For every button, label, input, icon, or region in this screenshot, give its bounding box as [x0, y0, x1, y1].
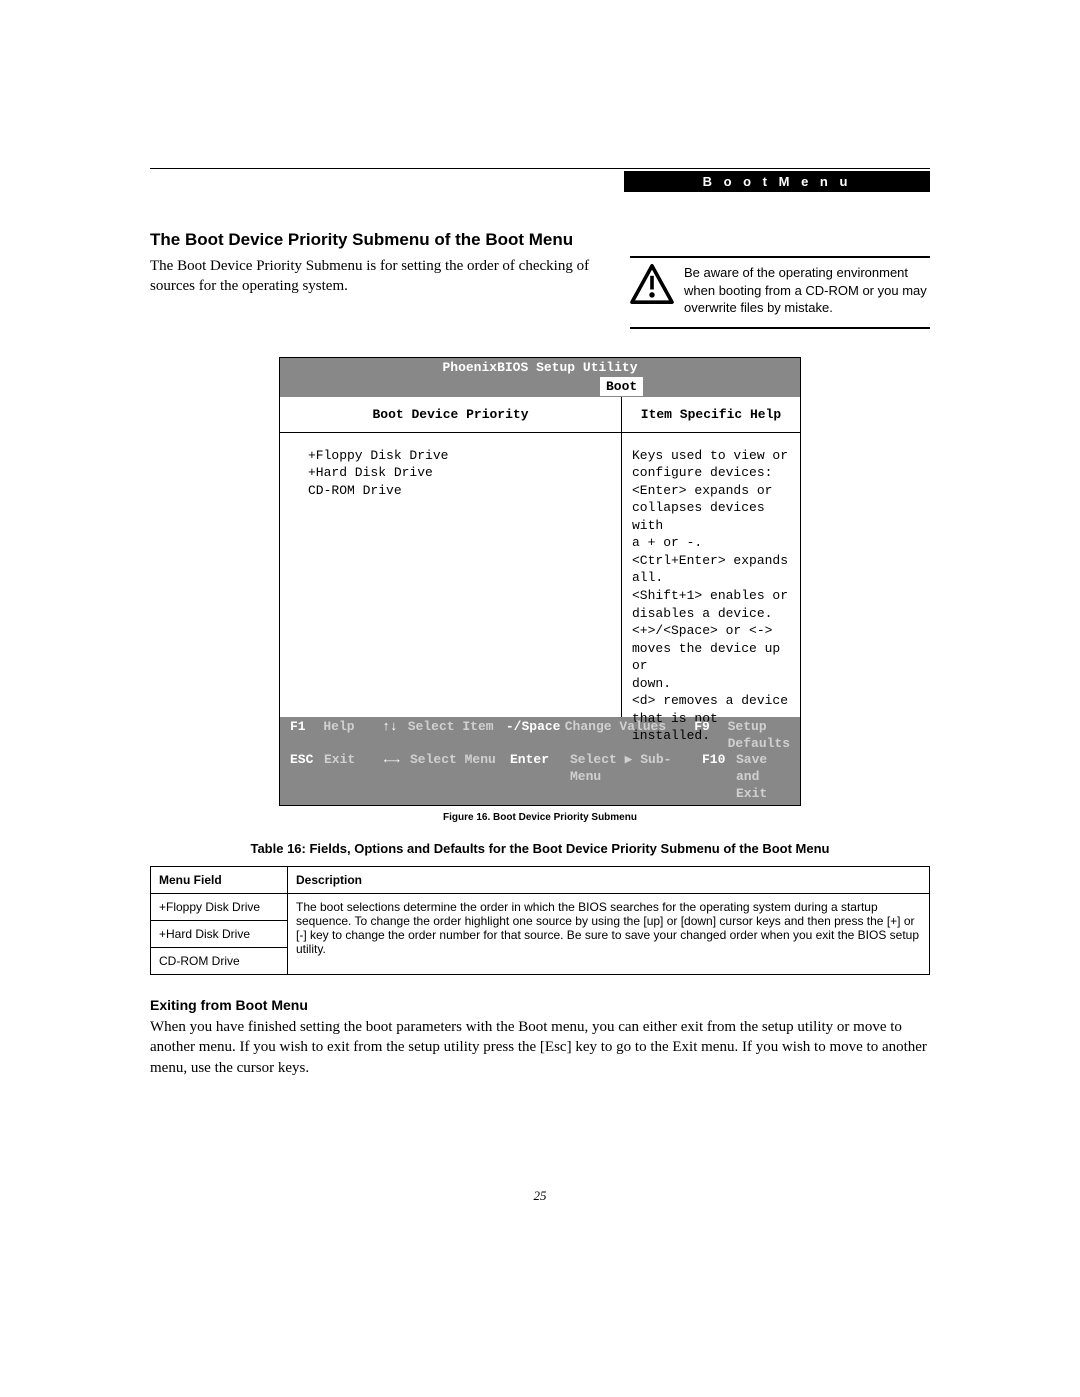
header-rule — [150, 168, 930, 169]
help-line: configure devices: — [632, 464, 790, 482]
key-f1[interactable]: F1 — [290, 719, 323, 753]
exit-title: Exiting from Boot Menu — [150, 997, 930, 1013]
help-line: down. — [632, 675, 790, 693]
label-help: Help — [323, 719, 382, 753]
table-row: +Floppy Disk Drive The boot selections d… — [151, 894, 930, 921]
bios-left-header: Boot Device Priority — [280, 397, 621, 433]
label-submenu: Select ▶ Sub-Menu — [570, 752, 702, 803]
help-line: <Enter> expands or — [632, 482, 790, 500]
bios-window: PhoenixBIOS Setup Utility Boot Boot Devi… — [279, 357, 801, 806]
key-leftright[interactable]: ←→ — [384, 752, 410, 803]
help-line: disables a device. — [632, 605, 790, 623]
description-table: Menu Field Description +Floppy Disk Driv… — [150, 866, 930, 975]
warning-box: Be aware of the operating environment wh… — [630, 256, 930, 329]
bios-device-list[interactable]: +Floppy Disk Drive +Hard Disk Drive CD-R… — [280, 433, 621, 717]
cell-field: +Floppy Disk Drive — [151, 894, 288, 921]
label-exit: Exit — [324, 752, 384, 803]
key-updown[interactable]: ↑↓ — [382, 719, 408, 753]
figure-caption: Figure 16. Boot Device Priority Submenu — [150, 812, 930, 823]
intro-row: The Boot Device Priority Submenu is for … — [150, 256, 930, 329]
table-caption: Table 16: Fields, Options and Defaults f… — [150, 841, 930, 856]
label-change-values: Change Values — [565, 719, 695, 753]
th-menu-field: Menu Field — [151, 867, 288, 894]
bios-footer-row: ESC Exit ←→ Select Menu Enter Select ▶ S… — [290, 752, 790, 803]
list-item[interactable]: +Floppy Disk Drive — [308, 447, 609, 465]
bios-footer: F1 Help ↑↓ Select Item -/Space Change Va… — [280, 717, 800, 805]
table-header-row: Menu Field Description — [151, 867, 930, 894]
caution-icon — [630, 264, 674, 317]
list-item[interactable]: CD-ROM Drive — [308, 482, 609, 500]
bios-help-text: Keys used to view or configure devices: … — [622, 433, 800, 717]
bios-columns: Boot Device Priority +Floppy Disk Drive … — [280, 397, 800, 717]
cell-description: The boot selections determine the order … — [288, 894, 930, 975]
help-line: a + or -. — [632, 534, 790, 552]
help-line: all. — [632, 569, 790, 587]
bios-title: PhoenixBIOS Setup Utility — [280, 358, 800, 377]
section-title: The Boot Device Priority Submenu of the … — [150, 230, 930, 250]
help-line: Keys used to view or — [632, 447, 790, 465]
key-f10[interactable]: F10 — [702, 752, 736, 803]
key-esc[interactable]: ESC — [290, 752, 324, 803]
page-number: 25 — [150, 1188, 930, 1204]
help-line: collapses devices with — [632, 499, 790, 534]
bios-right-header: Item Specific Help — [622, 397, 800, 433]
cell-field: CD-ROM Drive — [151, 948, 288, 975]
warning-text: Be aware of the operating environment wh… — [684, 264, 930, 317]
list-item[interactable]: +Hard Disk Drive — [308, 464, 609, 482]
page: B o o t M e n u The Boot Device Priority… — [0, 0, 1080, 1284]
bios-left-panel: Boot Device Priority +Floppy Disk Drive … — [280, 397, 622, 717]
bios-footer-row: F1 Help ↑↓ Select Item -/Space Change Va… — [290, 719, 790, 753]
key-space[interactable]: -/Space — [506, 719, 565, 753]
label-defaults: Setup Defaults — [728, 719, 790, 753]
help-line: <d> removes a device — [632, 692, 790, 710]
help-line: <Shift+1> enables or — [632, 587, 790, 605]
help-line: moves the device up or — [632, 640, 790, 675]
label-save-exit: Save and Exit — [736, 752, 790, 803]
label-select-menu: Select Menu — [410, 752, 510, 803]
exit-paragraph: When you have finished setting the boot … — [150, 1017, 930, 1078]
help-line: <Ctrl+Enter> expands — [632, 552, 790, 570]
bios-active-tab[interactable]: Boot — [600, 377, 643, 396]
key-enter[interactable]: Enter — [510, 752, 570, 803]
bios-tab-bar: Boot — [280, 377, 800, 397]
intro-paragraph: The Boot Device Priority Submenu is for … — [150, 256, 612, 297]
key-f9[interactable]: F9 — [694, 719, 727, 753]
th-description: Description — [288, 867, 930, 894]
bios-right-panel: Item Specific Help Keys used to view or … — [622, 397, 800, 717]
header-breadcrumb: B o o t M e n u — [624, 171, 930, 192]
cell-field: +Hard Disk Drive — [151, 921, 288, 948]
help-line: <+>/<Space> or <-> — [632, 622, 790, 640]
label-select-item: Select Item — [408, 719, 506, 753]
